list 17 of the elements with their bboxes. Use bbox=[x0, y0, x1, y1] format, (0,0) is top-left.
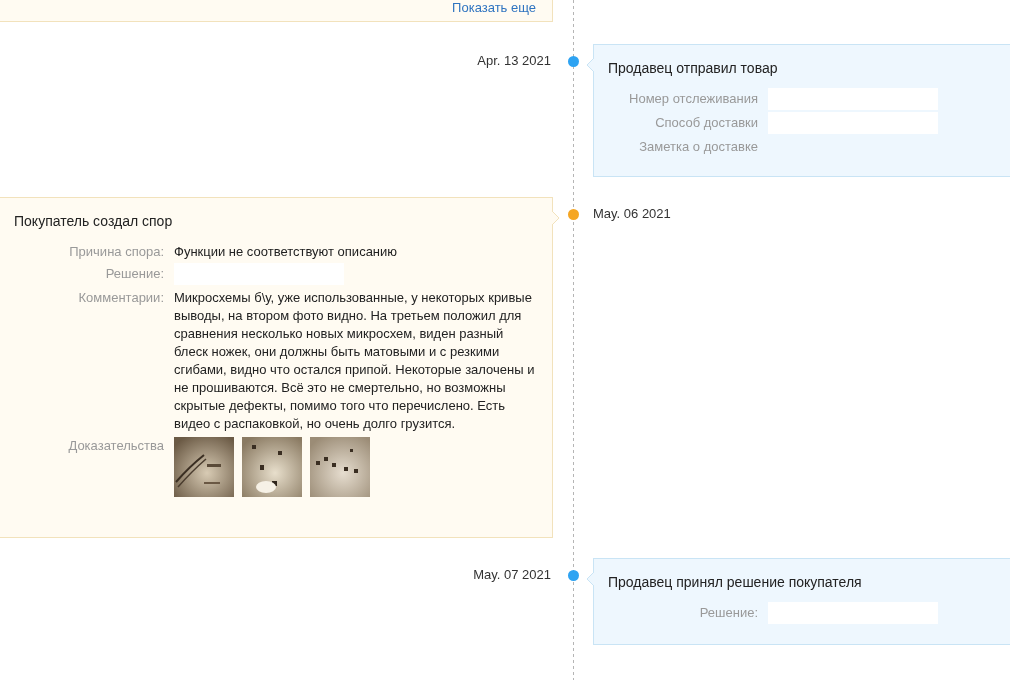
field-value: Функции не соответствуют описанию bbox=[174, 243, 398, 261]
field-label: Причина спора: bbox=[69, 243, 164, 261]
event-date: May. 06 2021 bbox=[593, 205, 671, 223]
event-title: Продавец отправил товар bbox=[608, 60, 778, 76]
field-value: Микросхемы б\у, уже использованные, у некоторых кривые выводы, на втором фото видно. На третьем положил для сравнения несколько новых микросхем, виден разный блеск ножек, они должны быть матовыми и с резкими сгибами, видно что остался припой. Некоторые залочены и не прошиваются. Всё это не смертельно, но возможны скрытые дефекты, помимо того что перечислено. Есть видео с распаковкой, но очень долго грузится. bbox=[174, 289, 536, 433]
field-label: Комментарии: bbox=[78, 289, 164, 307]
event-title: Покупатель создал спор bbox=[14, 213, 173, 229]
field-label: Заметка о доставке bbox=[639, 138, 758, 156]
field-label: Решение: bbox=[699, 604, 758, 622]
event-date: Apr. 13 2021 bbox=[477, 52, 551, 70]
field-label: Способ доставки bbox=[655, 114, 758, 132]
event-date: May. 07 2021 bbox=[473, 566, 551, 584]
event-title: Продавец принял решение покупателя bbox=[608, 574, 862, 590]
field-label: Решение: bbox=[105, 265, 164, 283]
field-label: Доказательства bbox=[68, 437, 164, 455]
field-label: Номер отслеживания bbox=[629, 90, 758, 108]
show-more-link[interactable]: Показать еще bbox=[452, 0, 536, 16]
